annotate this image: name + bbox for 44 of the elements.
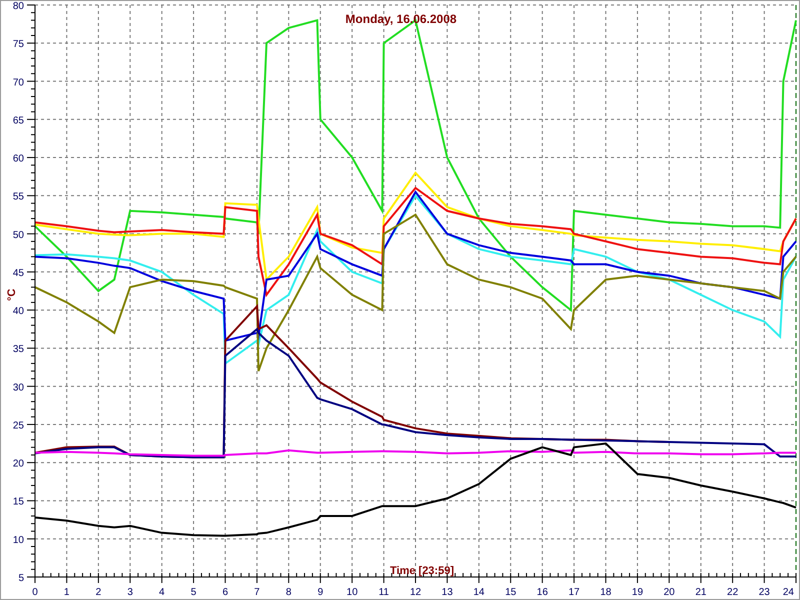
axis-label: 0	[32, 587, 38, 598]
axis-label: 2	[96, 587, 102, 598]
axis-label: 20	[12, 458, 24, 470]
axis-label: 22	[727, 587, 738, 598]
axis-label: 12	[410, 587, 422, 598]
axis-label: 30	[12, 382, 24, 394]
x-axis-title: Time [23:59]	[390, 565, 454, 577]
axis-label: 75	[12, 39, 24, 50]
axis-label: 80	[12, 1, 24, 12]
y-axis-title: °C	[6, 288, 18, 301]
axis-label: 35	[12, 344, 24, 356]
axis-label: 10	[346, 587, 358, 598]
axis-label: 19	[632, 587, 644, 598]
axis-label: 5	[18, 573, 24, 584]
axis-label: 70	[12, 77, 24, 88]
axis-label: 10	[12, 534, 24, 546]
axis-label: 15	[505, 587, 516, 598]
axis-label: 65	[12, 115, 24, 126]
axis-label: 3	[127, 587, 133, 598]
axis-label: 17	[568, 587, 580, 598]
axis-label: 16	[536, 587, 548, 598]
axis-label: 40	[12, 306, 24, 318]
axis-label: 24	[782, 587, 794, 598]
axis-label: 21	[695, 587, 706, 598]
axis-label: 1	[64, 587, 70, 598]
axis-label: 60	[12, 154, 24, 165]
axis-label: 5	[190, 587, 196, 598]
axis-label: 14	[473, 587, 484, 598]
axis-label: 8	[286, 587, 292, 598]
axis-label: 23	[758, 587, 770, 598]
axis-label: 7	[254, 587, 260, 598]
axis-label: 13	[442, 587, 453, 598]
axis-label: 25	[12, 420, 24, 432]
axis-label: 20	[664, 587, 675, 598]
chart-title: Monday, 16.06.2008	[345, 12, 457, 26]
axis-label: 9	[318, 587, 324, 598]
axis-label: 4	[159, 587, 165, 598]
axis-label: 11	[378, 587, 389, 598]
axis-label: 45	[12, 268, 24, 279]
axis-label: 15	[12, 496, 24, 508]
axis-label: 6	[222, 587, 228, 598]
axis-label: 50	[12, 230, 24, 241]
axis-label: 55	[12, 192, 24, 203]
axis-label: 18	[600, 587, 612, 598]
